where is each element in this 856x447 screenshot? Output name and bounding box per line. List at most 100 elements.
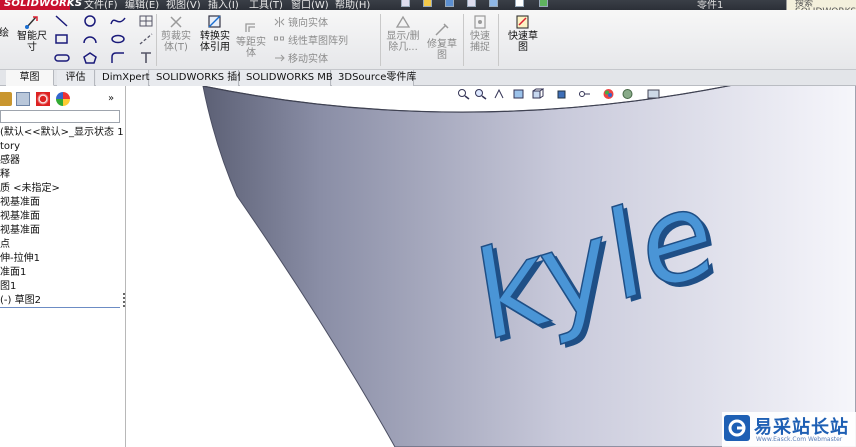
open-icon[interactable] <box>423 0 432 7</box>
tree-item-sketch1[interactable]: 图1 <box>0 280 124 294</box>
heads-up-view-toolbar <box>457 88 677 102</box>
tree-item-annotations[interactable]: 释 <box>0 168 124 182</box>
tab-evaluate[interactable]: 评估 <box>57 70 95 86</box>
menu-insert[interactable]: 插入(I) <box>208 0 239 10</box>
ellipse-icon[interactable] <box>110 32 126 46</box>
tree-item-sensors[interactable]: 感器 <box>0 154 124 168</box>
previous-view-icon[interactable] <box>493 88 506 100</box>
menu-tools[interactable]: 工具(T) <box>249 0 283 10</box>
section-view-icon[interactable] <box>512 88 525 100</box>
display-manager-icon[interactable] <box>56 92 70 106</box>
separator <box>463 14 464 66</box>
print-icon[interactable] <box>467 0 476 7</box>
feature-manager-panel: » (默认<<默认>_显示状态 1>) tory 感器 释 质 <未指定> 视基… <box>0 86 126 447</box>
view-settings-icon[interactable] <box>647 88 660 100</box>
feature-tree-filter-input[interactable] <box>0 110 120 123</box>
separator <box>156 14 157 66</box>
zoom-to-fit-icon[interactable] <box>457 88 470 100</box>
watermark: 易采站长站 Www.Easck.Com Webmaster <box>722 412 856 447</box>
offset-entities-button[interactable]: 等距实体 <box>236 20 266 59</box>
smart-dimension-button[interactable]: 智能尺寸 <box>14 14 50 53</box>
smart-dimension-icon <box>25 16 38 29</box>
display-relations-icon <box>395 15 411 28</box>
tree-item-origin[interactable]: 点 <box>0 238 124 252</box>
tree-item-front-plane[interactable]: 视基准面 <box>0 196 124 210</box>
move-icon <box>274 53 285 63</box>
repair-sketch-button[interactable]: 修复草图 <box>424 22 460 61</box>
line-icon[interactable] <box>54 14 70 28</box>
edit-appearance-icon[interactable] <box>602 88 615 100</box>
fillet-icon[interactable] <box>110 51 126 65</box>
tree-item-top-plane[interactable]: 视基准面 <box>0 210 124 224</box>
trim-icon <box>170 16 182 28</box>
linear-pattern-button[interactable]: 线性草图阵列 <box>274 32 348 47</box>
mirror-icon <box>274 17 285 27</box>
tab-sketch[interactable]: 草图 <box>6 70 54 86</box>
app-logo: SOLIDWORKS <box>0 0 82 10</box>
tree-item-right-plane[interactable]: 视基准面 <box>0 224 124 238</box>
menu-window[interactable]: 窗口(W) <box>291 0 329 10</box>
polygon-icon[interactable] <box>82 51 98 65</box>
rapid-sketch-button[interactable]: 快速草图 <box>504 14 542 53</box>
centerline-icon[interactable] <box>138 32 154 46</box>
chevron-right-icon[interactable]: » <box>108 93 114 104</box>
mirror-entities-button[interactable]: 镜向实体 <box>274 14 328 29</box>
tab-dimxpert[interactable]: DimXpert <box>96 70 150 86</box>
search-input[interactable]: 搜索 SOLIDWORKS <box>786 0 856 10</box>
rectangle-icon[interactable] <box>54 32 70 46</box>
linear-pattern-label: 线性草图阵列 <box>288 36 348 47</box>
rebuild-icon[interactable] <box>539 0 548 7</box>
trim-button[interactable]: 剪裁实体(T) <box>159 14 193 53</box>
rapid-sketch-label: 快速草图 <box>508 31 538 53</box>
menu-edit[interactable]: 编辑(E) <box>125 0 159 10</box>
view-orientation-icon[interactable] <box>531 88 545 100</box>
mirror-entities-label: 镜向实体 <box>288 18 328 29</box>
tab-solidworks-mbd[interactable]: SOLIDWORKS MBD <box>240 70 340 86</box>
trim-label: 剪裁实体(T) <box>161 31 191 53</box>
document-title: 零件1 <box>697 0 724 10</box>
save-icon[interactable] <box>445 0 454 7</box>
command-manager: 绘 智能尺寸 剪裁实体(T) 转换实体引用 等距实体 镜向实体 线性草图阵列 移… <box>0 10 856 70</box>
graphics-area[interactable]: kyle kyle <box>127 86 856 447</box>
tab-solidworks-addins[interactable]: SOLIDWORKS 插件 <box>150 70 247 86</box>
text-tool-icon[interactable] <box>138 51 154 65</box>
menu-view[interactable]: 视图(V) <box>166 0 201 10</box>
tree-item-history[interactable]: tory <box>0 140 124 154</box>
panel-resize-handle[interactable] <box>122 291 126 313</box>
hide-show-items-icon[interactable] <box>578 88 591 100</box>
model-view: kyle kyle <box>202 86 856 447</box>
property-manager-icon[interactable] <box>16 92 30 106</box>
apply-scene-icon[interactable] <box>621 88 634 100</box>
arc-icon[interactable] <box>82 32 98 46</box>
smart-dimension-label: 智能尺寸 <box>17 31 47 53</box>
slot-icon[interactable] <box>54 51 70 65</box>
tab-3dsource[interactable]: 3DSource零件库 <box>332 70 416 86</box>
circle-icon[interactable] <box>82 14 98 28</box>
display-delete-relations-button[interactable]: 显示/删除几... <box>384 14 422 53</box>
move-entities-button[interactable]: 移动实体 <box>274 50 328 65</box>
tree-item-plane1[interactable]: 准面1 <box>0 266 124 280</box>
tree-item-part[interactable]: (默认<<默认>_显示状态 1>) <box>0 126 124 140</box>
new-icon[interactable] <box>401 0 410 7</box>
rollback-bar[interactable] <box>0 307 120 309</box>
feature-tree: (默认<<默认>_显示状态 1>) tory 感器 释 质 <未指定> 视基准面… <box>0 126 124 308</box>
quick-snaps-button[interactable]: 快速捕捉 <box>466 14 494 53</box>
tree-item-sketch2[interactable]: (-) 草图2 <box>0 294 124 308</box>
linear-pattern-icon <box>274 35 285 45</box>
quick-access-toolbar <box>395 0 565 10</box>
zoom-area-icon[interactable] <box>474 88 487 100</box>
menu-help[interactable]: 帮助(H) <box>335 0 370 10</box>
select-icon[interactable] <box>515 0 524 7</box>
spline-icon[interactable] <box>110 14 126 28</box>
undo-icon[interactable] <box>489 0 498 7</box>
feature-tree-icon[interactable] <box>0 92 12 106</box>
sketch-button-partial[interactable]: 绘 <box>0 28 10 39</box>
sketch-grid-icon[interactable] <box>138 14 154 28</box>
convert-entities-button[interactable]: 转换实体引用 <box>196 14 234 53</box>
tree-item-material[interactable]: 质 <未指定> <box>0 182 124 196</box>
tree-item-boss-extrude[interactable]: 伸-拉伸1 <box>0 252 124 266</box>
display-delete-label: 显示/删除几... <box>386 31 420 53</box>
display-style-icon[interactable] <box>556 88 569 100</box>
configuration-manager-icon[interactable] <box>36 92 50 106</box>
menu-file[interactable]: 文件(F) <box>84 0 118 10</box>
